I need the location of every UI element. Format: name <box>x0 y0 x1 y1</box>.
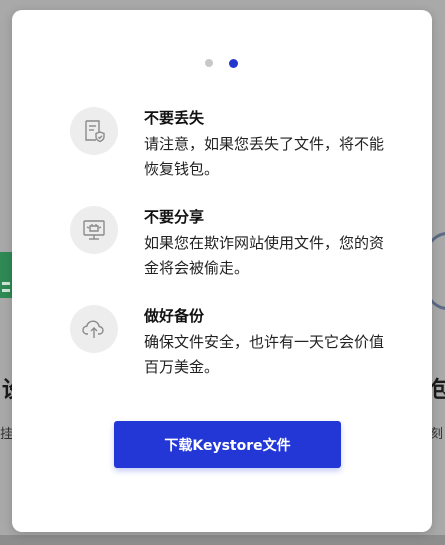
monitor-phishing-icon <box>70 206 118 254</box>
tip-description: 确保文件安全，也许有一天它会价值百万美金。 <box>144 333 385 376</box>
pagination-dots <box>12 59 432 71</box>
background-wallet-illustration <box>0 252 12 298</box>
pagination-dot-2-active[interactable] <box>229 59 238 68</box>
keystore-warning-modal: 不要丢失 请注意，如果您丢失了文件，将不能恢复钱包。 不要分享 如果您在欺诈网站… <box>12 10 432 532</box>
tip-description: 请注意，如果您丢失了文件，将不能恢复钱包。 <box>144 135 385 178</box>
tip-description: 如果您在欺诈网站使用文件，您的资金将会被偷走。 <box>144 234 385 277</box>
tip-title: 不要分享 <box>144 208 205 226</box>
tip-title: 做好备份 <box>144 307 205 325</box>
tip-title: 不要丢失 <box>144 109 205 127</box>
background-heading-right: 包 <box>430 378 445 403</box>
cloud-upload-icon <box>70 305 118 353</box>
document-shield-icon <box>70 107 118 155</box>
download-keystore-button[interactable]: 下载Keystore文件 <box>114 421 341 468</box>
pagination-dot-1[interactable] <box>205 59 213 67</box>
